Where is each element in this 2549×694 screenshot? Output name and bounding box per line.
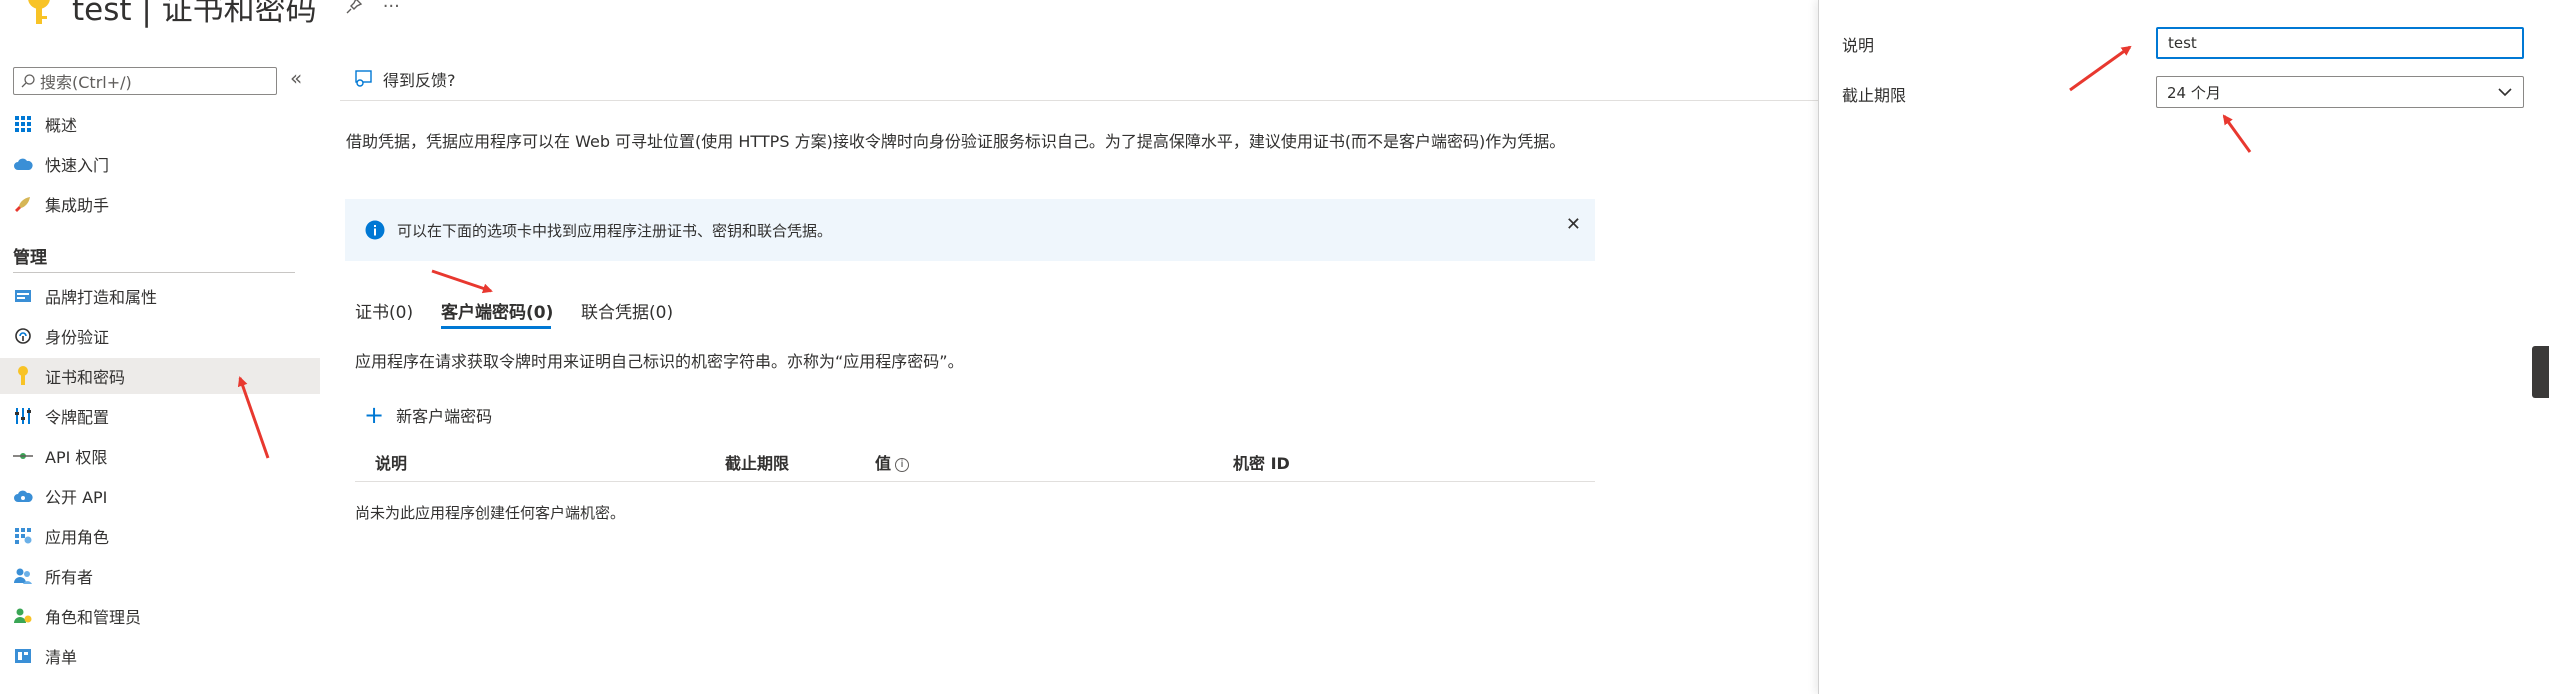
expires-dropdown[interactable]: 24 个月 <box>2156 76 2524 108</box>
empty-table-message: 尚未为此应用程序创建任何客户端机密。 <box>355 504 626 522</box>
chevron-down-icon <box>2498 88 2512 97</box>
sidebar-item-label: 应用角色 <box>45 528 110 547</box>
info-circle-icon[interactable]: i <box>895 457 910 472</box>
add-client-secret-panel: 说明 test 截止期限 24 个月 <box>1818 0 2549 694</box>
cloud-api-icon <box>13 486 33 506</box>
app-roles-icon <box>13 526 33 546</box>
cloud-icon <box>13 154 33 174</box>
key-icon <box>28 0 50 24</box>
column-value: 值i <box>875 450 910 474</box>
page-title: test | 证书和密码 <box>72 0 317 28</box>
sidebar-item-label: 品牌打造和属性 <box>45 288 158 307</box>
client-secrets-description: 应用程序在请求获取令牌时用来证明自己标识的机密字符串。亦称为“应用程序密码”。 <box>355 352 964 371</box>
sidebar-item-integration-assistant[interactable]: 集成助手 <box>0 186 320 222</box>
owners-icon <box>13 566 33 586</box>
column-secret-id: 机密 ID <box>1233 454 1290 473</box>
search-input[interactable]: 搜索(Ctrl+/) <box>13 67 277 95</box>
sidebar-item-label: 快速入门 <box>45 156 110 175</box>
scroll-handle[interactable] <box>2532 346 2549 398</box>
expires-label: 截止期限 <box>1842 86 1907 105</box>
description-label: 说明 <box>1842 36 1875 55</box>
sidebar-item-label: 所有者 <box>45 568 94 587</box>
column-value-label: 值 <box>875 454 892 473</box>
new-client-secret-button[interactable]: + 新客户端密码 <box>364 403 492 427</box>
collapse-sidebar-button[interactable]: « <box>290 66 302 90</box>
roles-admins-icon <box>13 606 33 626</box>
authentication-icon <box>13 326 33 346</box>
manifest-icon <box>13 646 33 666</box>
sidebar-item-quickstart[interactable]: 快速入门 <box>0 146 320 182</box>
sidebar-item-label: 角色和管理员 <box>45 608 142 627</box>
feedback-label: 得到反馈? <box>383 71 456 90</box>
section-title-manage: 管理 <box>13 248 47 268</box>
sidebar-item-token-configuration[interactable]: 令牌配置 <box>0 398 320 434</box>
tab-federated-credentials[interactable]: 联合凭据(0) <box>581 298 673 323</box>
tab-certificates[interactable]: 证书(0) <box>355 298 413 323</box>
pin-icon[interactable] <box>345 0 363 15</box>
expires-selected-value: 24 个月 <box>2167 83 2221 102</box>
new-client-secret-label: 新客户端密码 <box>396 407 493 426</box>
section-divider <box>13 272 295 273</box>
close-icon[interactable]: ✕ <box>1566 214 1581 235</box>
header-divider <box>340 100 1820 101</box>
search-icon <box>21 74 35 88</box>
sidebar: 搜索(Ctrl+/) « 概述 快速入门 集成助手 管理 品牌打造和属性 身份验… <box>0 60 320 694</box>
sidebar-item-app-roles[interactable]: 应用角色 <box>0 518 320 554</box>
sidebar-item-authentication[interactable]: 身份验证 <box>0 318 320 354</box>
annotation-arrow <box>431 269 493 294</box>
sidebar-item-label: 身份验证 <box>45 328 110 347</box>
overview-grid-icon <box>13 114 33 134</box>
sidebar-item-expose-api[interactable]: 公开 API <box>0 478 320 514</box>
secrets-table-header: 说明 截止期限 值i 机密 ID <box>355 448 1595 482</box>
sidebar-item-label: 公开 API <box>45 488 108 507</box>
description-input[interactable]: test <box>2156 27 2524 59</box>
sidebar-item-label: 清单 <box>45 648 78 667</box>
token-config-icon <box>13 406 33 426</box>
active-tab-indicator <box>441 326 551 329</box>
more-options-button[interactable]: ··· <box>383 0 400 17</box>
sidebar-item-roles-admins[interactable]: 角色和管理员 <box>0 598 320 634</box>
sidebar-item-manifest[interactable]: 清单 <box>0 638 320 674</box>
info-banner-text: 可以在下面的选项卡中找到应用程序注册证书、密钥和联合凭据。 <box>397 222 833 240</box>
column-description: 说明 <box>375 454 408 473</box>
sidebar-item-label: 证书和密码 <box>45 368 126 387</box>
info-icon <box>365 220 385 240</box>
tab-client-secrets[interactable]: 客户端密码(0) <box>441 298 553 323</box>
sidebar-item-api-permissions[interactable]: API 权限 <box>0 438 320 474</box>
rocket-icon <box>13 194 33 214</box>
sidebar-item-overview[interactable]: 概述 <box>0 106 320 142</box>
api-permissions-icon <box>13 446 33 466</box>
page-header: test | 证书和密码 ··· <box>22 0 400 28</box>
feedback-icon <box>355 70 372 87</box>
branding-icon <box>13 286 33 306</box>
app-root: test | 证书和密码 ··· 搜索(Ctrl+/) « 概述 快速入门 集成… <box>0 0 2549 694</box>
sidebar-item-label: 令牌配置 <box>45 408 110 427</box>
sidebar-item-owners[interactable]: 所有者 <box>0 558 320 594</box>
credentials-description: 借助凭据，凭据应用程序可以在 Web 可寻址位置(使用 HTTPS 方案)接收令… <box>346 132 1566 151</box>
sidebar-item-label: 集成助手 <box>45 196 110 215</box>
info-banner: 可以在下面的选项卡中找到应用程序注册证书、密钥和联合凭据。 ✕ <box>345 199 1595 261</box>
sidebar-item-certificates-secrets[interactable]: 证书和密码 <box>0 358 320 394</box>
sidebar-item-label: API 权限 <box>45 448 108 467</box>
feedback-button[interactable]: 得到反馈? <box>353 67 456 91</box>
column-expires: 截止期限 <box>725 454 790 473</box>
sidebar-item-branding[interactable]: 品牌打造和属性 <box>0 278 320 314</box>
key-icon <box>13 366 33 386</box>
search-placeholder: 搜索(Ctrl+/) <box>40 73 132 92</box>
sidebar-item-label: 概述 <box>45 116 78 135</box>
plus-icon: + <box>364 401 385 429</box>
